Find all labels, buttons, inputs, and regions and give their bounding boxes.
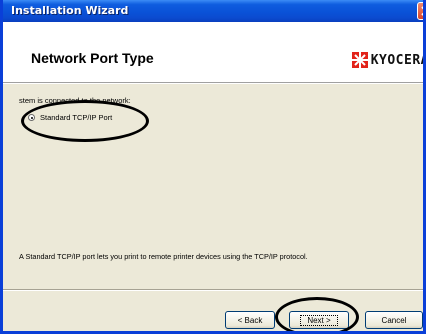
port-description: A Standard TCP/IP port lets you print to… — [19, 252, 308, 261]
next-button[interactable]: Next > — [289, 311, 349, 329]
standard-tcpip-radio[interactable] — [28, 114, 35, 121]
close-icon — [421, 6, 423, 16]
window-title: Installation Wizard — [11, 4, 129, 17]
footer-divider — [3, 289, 423, 291]
close-button[interactable] — [417, 2, 423, 20]
cancel-button[interactable]: Cancel — [365, 311, 423, 329]
kyocera-logo-mark-icon — [351, 52, 368, 68]
back-button[interactable]: < Back — [225, 311, 275, 329]
standard-tcpip-label[interactable]: Standard TCP/IP Port — [40, 113, 112, 122]
logo-text: KYOCERA — [370, 52, 426, 68]
title-bar[interactable]: Installation Wizard — [3, 0, 423, 22]
network-prompt: stem is connected to the network: — [19, 96, 131, 105]
wizard-header: Network Port Type KYOCERA — [3, 22, 426, 83]
standard-tcpip-option[interactable]: Standard TCP/IP Port — [28, 113, 112, 122]
installation-wizard-window: Installation Wizard Network Port Type KY… — [0, 0, 426, 334]
header-divider — [3, 83, 423, 84]
kyocera-logo: KYOCERA — [351, 51, 426, 69]
page-title: Network Port Type — [31, 50, 154, 66]
next-button-label[interactable]: Next > — [300, 314, 338, 326]
